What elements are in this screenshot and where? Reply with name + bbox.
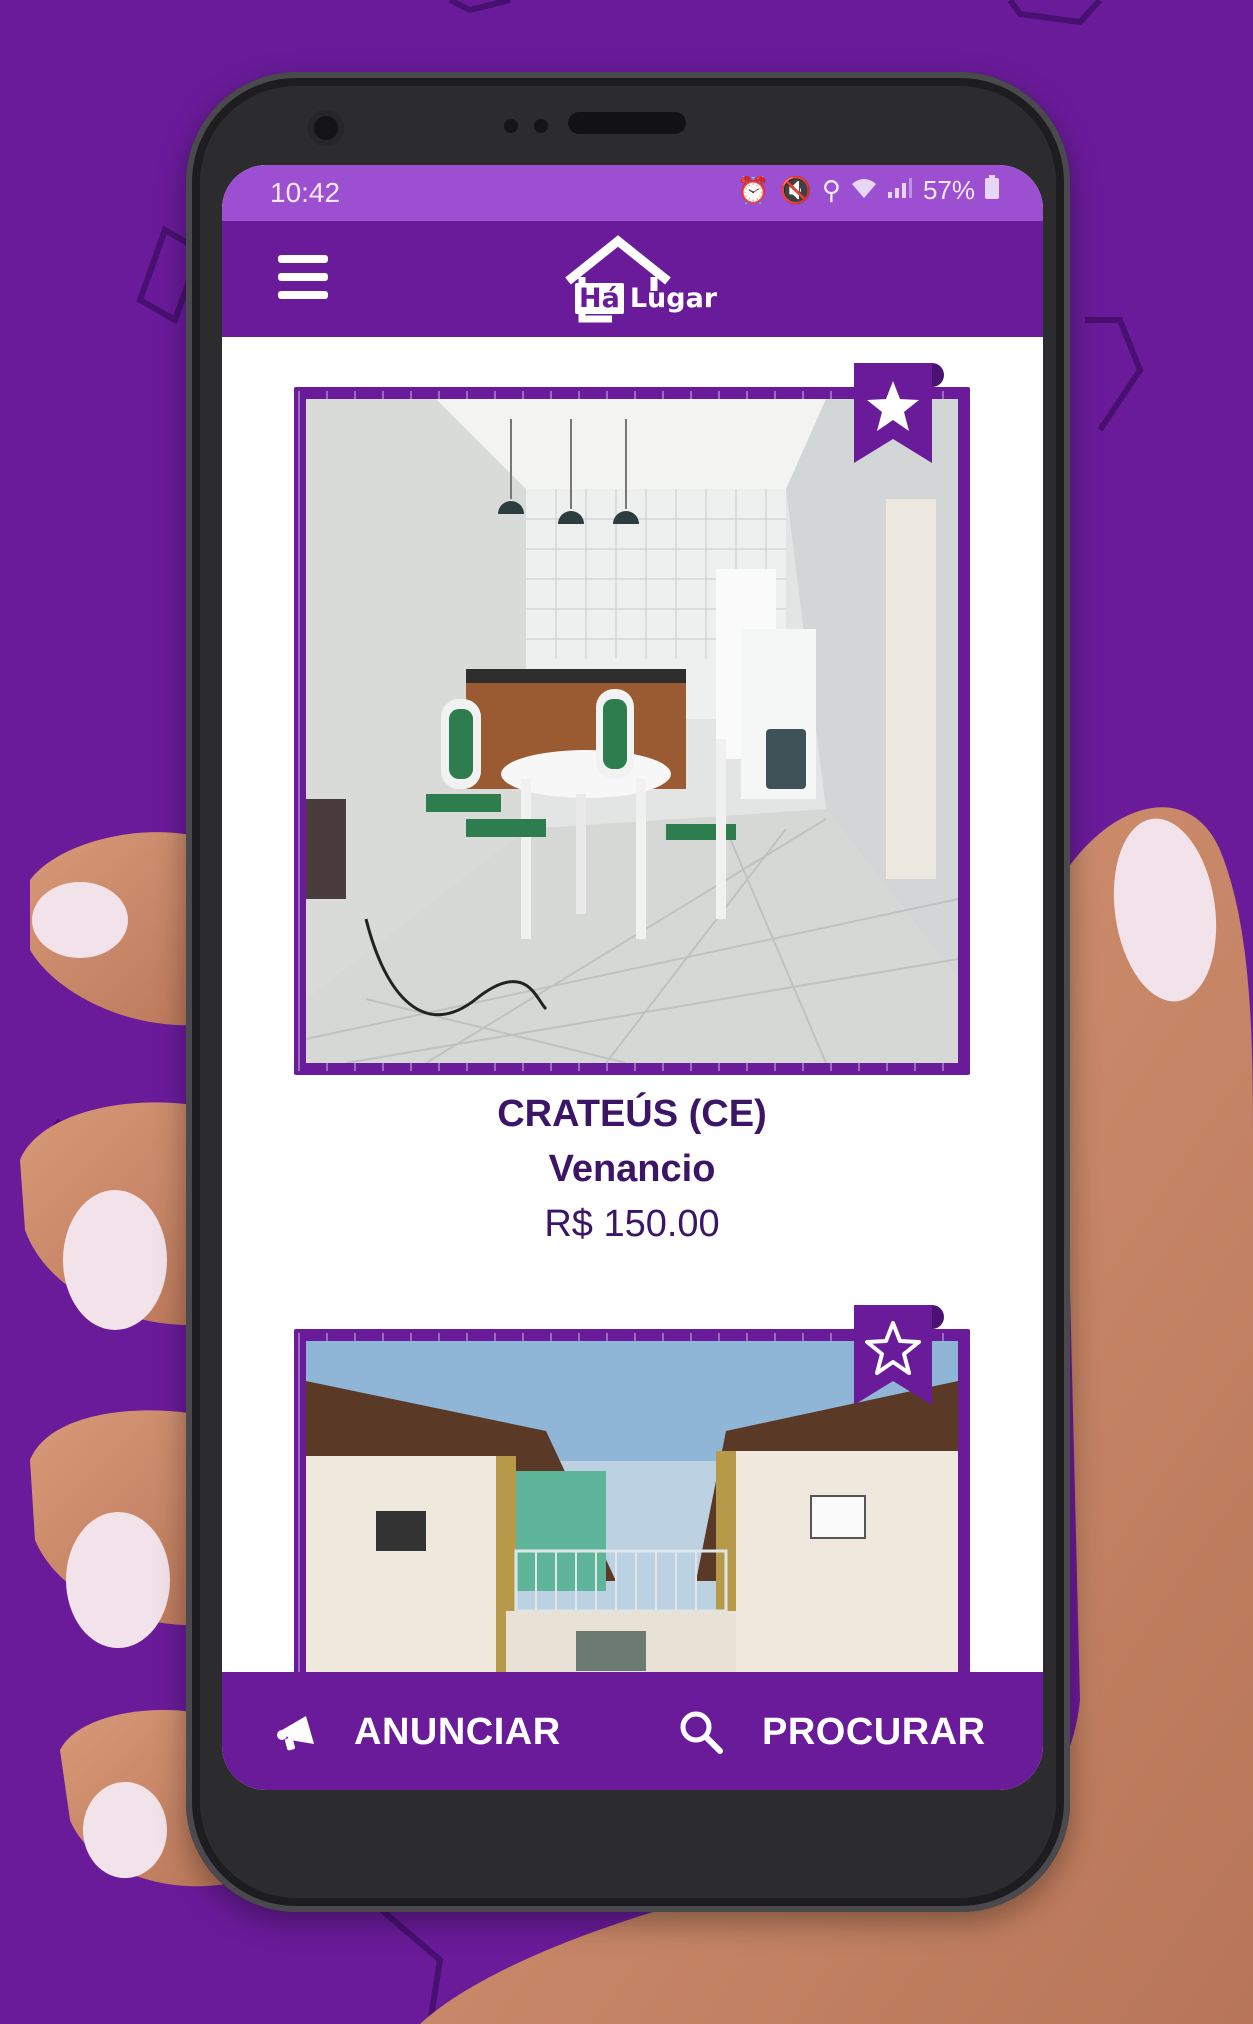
logo-word-lugar: Lugar: [629, 283, 718, 314]
favorite-bookmark-filled-star-icon[interactable]: [846, 359, 950, 467]
battery-icon: [985, 175, 999, 206]
listing-photo-frame[interactable]: [294, 363, 970, 1075]
announce-label: ANUNCIAR: [354, 1710, 561, 1753]
status-time: 10:42: [270, 177, 341, 208]
listing-card[interactable]: [294, 1305, 970, 1672]
phone-screen: 10:42 ⏰ 🔇 ⚲ 57% Há Lugar CRATEÚS (CE) Ve…: [222, 165, 1043, 1790]
announce-button[interactable]: ANUNCIAR: [276, 1702, 561, 1762]
logo-word-ha: Há: [575, 283, 624, 314]
wifi-icon: [851, 175, 877, 206]
listing-card[interactable]: CRATEÚS (CE) Venancio R$ 150.00: [294, 363, 970, 1246]
mute-icon: 🔇: [779, 175, 812, 205]
status-bar: 10:42 ⏰ 🔇 ⚲ 57%: [222, 165, 1043, 221]
listing-name: Venancio: [548, 1148, 716, 1190]
megaphone-icon: [277, 1716, 314, 1751]
magnifier-icon: [680, 1711, 723, 1754]
listing-price: R$ 150.00: [544, 1203, 720, 1245]
listing-photo-frame[interactable]: [294, 1305, 970, 1672]
signal-icon: [887, 175, 913, 206]
hamburger-menu-icon[interactable]: [278, 255, 328, 303]
battery-percentage: 57%: [922, 175, 975, 205]
search-button[interactable]: PROCURAR: [678, 1702, 986, 1762]
front-camera: [308, 110, 344, 146]
status-icons: ⏰ 🔇 ⚲ 57%: [737, 175, 999, 206]
app-logo-text: Há Lugar: [575, 283, 717, 314]
app-bar: Há Lugar: [222, 221, 1043, 337]
bottom-navigation: ANUNCIAR PROCURAR: [222, 1672, 1043, 1790]
sensor-dot: [504, 119, 518, 133]
listings-feed[interactable]: CRATEÚS (CE) Venancio R$ 150.00: [222, 337, 1043, 1672]
location-icon: ⚲: [821, 175, 841, 205]
listing-city: CRATEÚS (CE): [497, 1093, 767, 1135]
kitchen-dining-room-photo[interactable]: [306, 399, 958, 1063]
house-logo-icon: [565, 235, 671, 323]
sensor-dot: [534, 119, 548, 133]
alarm-icon: ⏰: [737, 175, 770, 205]
earpiece-speaker: [568, 112, 686, 134]
favorite-bookmark-outline-star-icon[interactable]: [846, 1301, 950, 1409]
search-label: PROCURAR: [762, 1710, 986, 1753]
